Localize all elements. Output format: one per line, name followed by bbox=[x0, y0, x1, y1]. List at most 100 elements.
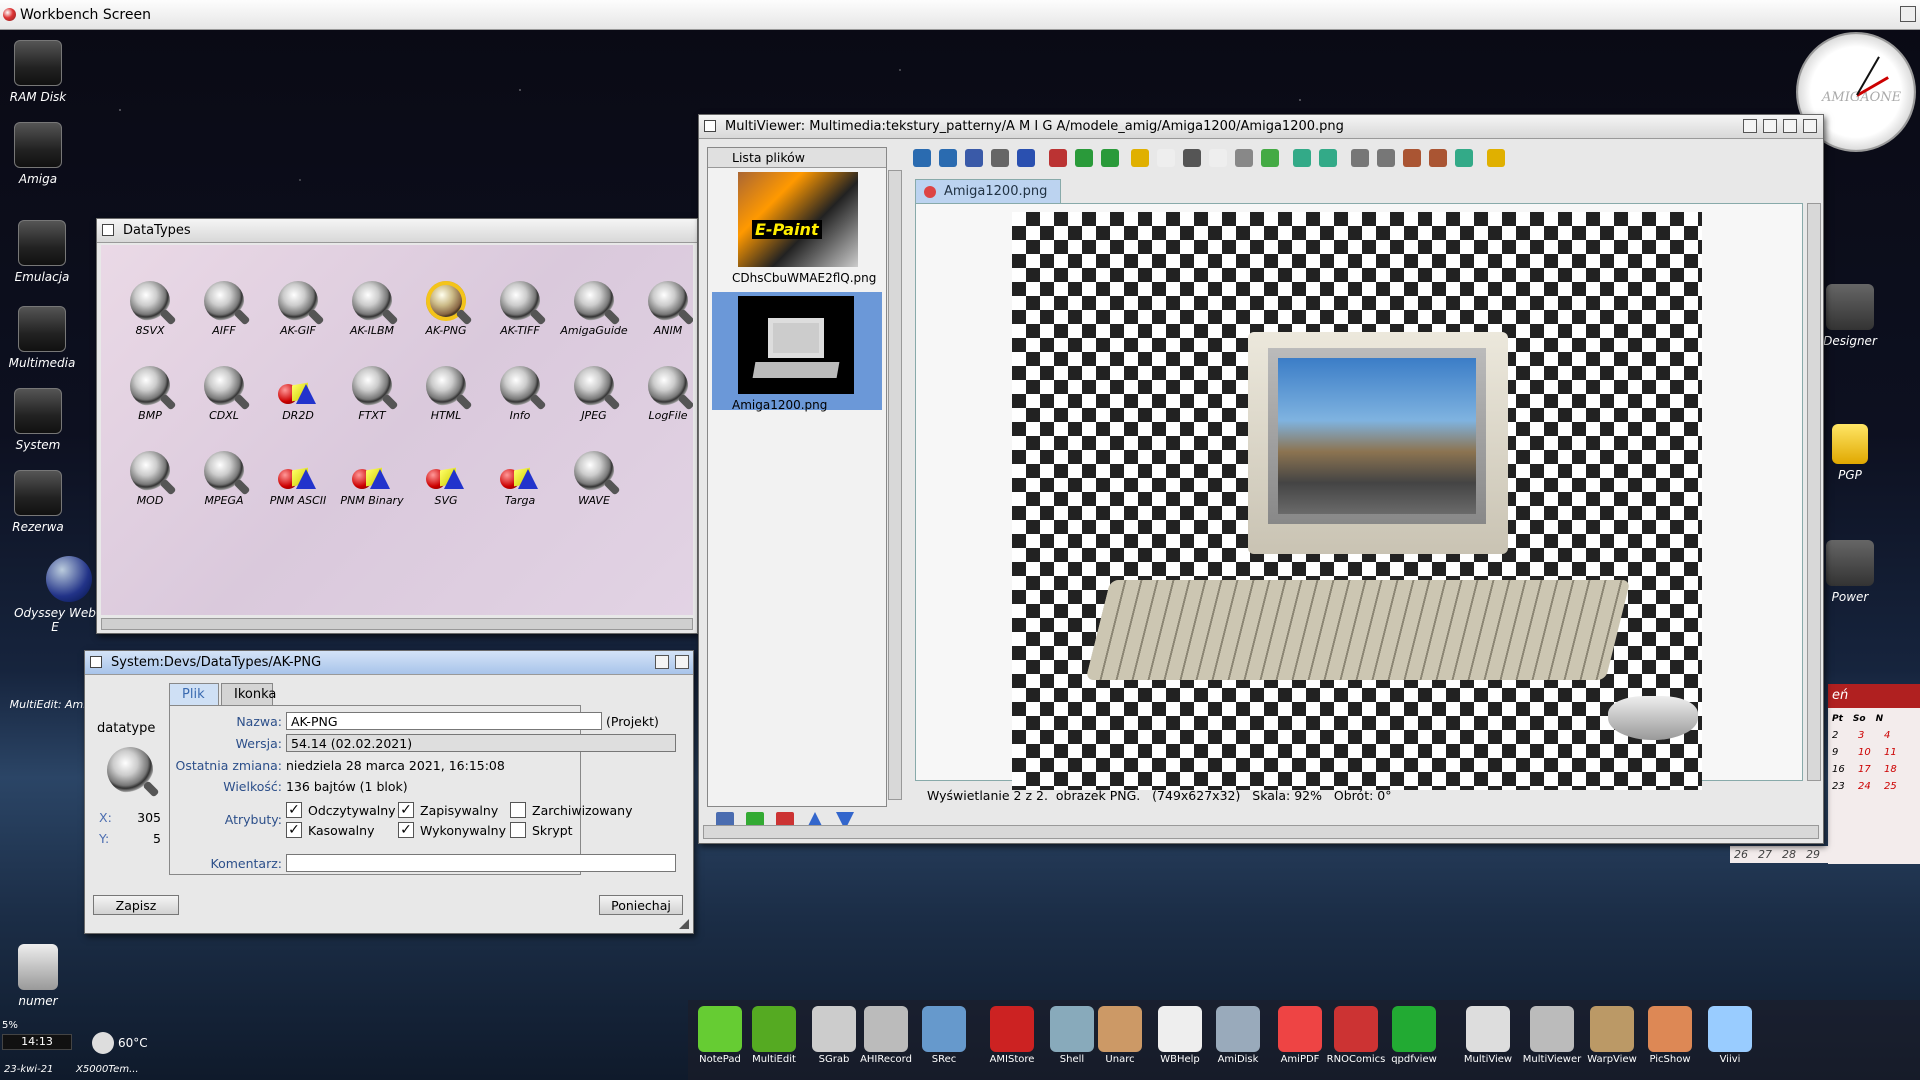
tab-ikonka[interactable]: Ikonka bbox=[221, 683, 276, 705]
datatype-icon-anim[interactable]: ANIM bbox=[631, 281, 693, 337]
dock-item-multiedit[interactable]: MultiEdit bbox=[742, 1000, 806, 1065]
edit-icon[interactable] bbox=[1131, 149, 1149, 167]
zoom-in-icon[interactable] bbox=[1351, 149, 1369, 167]
datatype-icon-aiff[interactable]: AIFF bbox=[187, 281, 261, 337]
info-icon[interactable] bbox=[1017, 149, 1035, 167]
datatype-icon-mpega[interactable]: MPEGA bbox=[187, 451, 261, 507]
tab-plik[interactable]: Plik bbox=[169, 683, 219, 705]
checkbox-kasowalny[interactable]: ✓ bbox=[286, 822, 302, 838]
datatype-icon-info[interactable]: Info bbox=[483, 366, 557, 422]
dock-item-warpview[interactable]: WarpView bbox=[1580, 1000, 1644, 1065]
info-titlebar[interactable]: System:Devs/DataTypes/AK-PNG bbox=[85, 651, 693, 675]
datatype-icon-dr2d[interactable]: DR2D bbox=[261, 366, 335, 422]
actual-size-icon[interactable] bbox=[1429, 149, 1447, 167]
file-thumb-1[interactable]: E-Paint CDhsCbuWMAE2flQ.png bbox=[712, 172, 882, 288]
crown-icon[interactable] bbox=[1487, 149, 1505, 167]
close-gadget[interactable] bbox=[704, 120, 716, 132]
fit-icon[interactable] bbox=[1403, 149, 1421, 167]
depth-gadget[interactable] bbox=[1803, 119, 1817, 133]
dock-item-ahirecord[interactable]: AHIRecord bbox=[854, 1000, 918, 1065]
datatype-icon-wave[interactable]: WAVE bbox=[557, 451, 631, 507]
save-button[interactable]: Zapisz bbox=[93, 895, 179, 915]
amiga-logo-icon[interactable] bbox=[3, 8, 16, 21]
horizontal-scrollbar[interactable] bbox=[101, 618, 693, 630]
datatype-icon-bmp[interactable]: BMP bbox=[113, 366, 187, 422]
print-icon[interactable] bbox=[991, 149, 1009, 167]
dock-item-srec[interactable]: SRec bbox=[912, 1000, 976, 1065]
datatype-icon-mod[interactable]: MOD bbox=[113, 451, 187, 507]
desktop-icon-ram-disk[interactable]: RAM Disk bbox=[0, 40, 76, 104]
datatype-icon-jpeg[interactable]: JPEG bbox=[557, 366, 631, 422]
datatype-icon-ak-ilbm[interactable]: AK-ILBM bbox=[335, 281, 409, 337]
datatype-icon-ak-gif[interactable]: AK-GIF bbox=[261, 281, 335, 337]
datatype-icon-targa[interactable]: Targa bbox=[483, 451, 557, 507]
zoom-out-icon[interactable] bbox=[1377, 149, 1395, 167]
file-list-scrollbar[interactable] bbox=[888, 170, 902, 800]
screenshot-icon[interactable] bbox=[1183, 149, 1201, 167]
screen-depth-gadget[interactable] bbox=[1900, 6, 1916, 22]
zoom-gadget[interactable] bbox=[655, 655, 669, 669]
datatype-icon-amigaguide[interactable]: AmigaGuide bbox=[557, 281, 631, 337]
checkbox-odczytywalny[interactable]: ✓ bbox=[286, 802, 302, 818]
close-tab-icon[interactable] bbox=[924, 186, 936, 198]
dock-item-multiview[interactable]: MultiView bbox=[1456, 1000, 1520, 1065]
annotate-icon[interactable] bbox=[1261, 149, 1279, 167]
checkbox-wykonywalny[interactable]: ✓ bbox=[398, 822, 414, 838]
datatype-icon-ak-png[interactable]: AK-PNG bbox=[409, 281, 483, 337]
desktop-icon-odyssey[interactable]: Odyssey Web E bbox=[10, 556, 100, 634]
zoom-gadget[interactable] bbox=[1783, 119, 1797, 133]
desktop-icon-numer[interactable]: numer bbox=[0, 944, 76, 1008]
datatype-icon-8svx[interactable]: 8SVX bbox=[113, 281, 187, 337]
checkbox-zapisywalny[interactable]: ✓ bbox=[398, 802, 414, 818]
dock-item-unarc[interactable]: Unarc bbox=[1088, 1000, 1152, 1065]
resize-handle[interactable] bbox=[679, 919, 689, 929]
desktop-icon-system[interactable]: System bbox=[0, 388, 76, 452]
datatype-icon-svg[interactable]: SVG bbox=[409, 451, 483, 507]
next-icon[interactable] bbox=[1101, 149, 1119, 167]
desktop-icon-rezerwa[interactable]: Rezerwa bbox=[0, 470, 76, 534]
datatypes-titlebar[interactable]: DataTypes bbox=[97, 219, 697, 243]
depth-gadget[interactable] bbox=[675, 655, 689, 669]
fullscreen-gadget[interactable] bbox=[1763, 119, 1777, 133]
save-icon[interactable] bbox=[965, 149, 983, 167]
desktop-icon-amiga[interactable]: Amiga bbox=[0, 122, 76, 186]
dock-item-viivi[interactable]: Viivi bbox=[1698, 1000, 1762, 1065]
datatype-icon-cdxl[interactable]: CDXL bbox=[187, 366, 261, 422]
dock-item-multiviewer[interactable]: MultiViewer bbox=[1520, 1000, 1584, 1065]
comment-field[interactable] bbox=[286, 854, 676, 872]
dock-item-amipdf[interactable]: AmiPDF bbox=[1268, 1000, 1332, 1065]
desktop-icon-multiedit[interactable]: MultiEdit: Ami bbox=[6, 698, 90, 711]
prev-icon[interactable] bbox=[1075, 149, 1093, 167]
image-vertical-scrollbar[interactable] bbox=[1807, 203, 1821, 781]
name-field[interactable]: AK-PNG bbox=[286, 712, 602, 730]
dock-item-picshow[interactable]: PicShow bbox=[1638, 1000, 1702, 1065]
rotate-right-icon[interactable] bbox=[1319, 149, 1337, 167]
datatype-icon-ftxt[interactable]: FTXT bbox=[335, 366, 409, 422]
close-gadget[interactable] bbox=[90, 656, 102, 668]
rotate-left-icon[interactable] bbox=[1293, 149, 1311, 167]
dock-item-amidisk[interactable]: AmiDisk bbox=[1206, 1000, 1270, 1065]
datatype-icon-pnm-ascii[interactable]: PNM ASCII bbox=[261, 451, 335, 507]
open-icon[interactable] bbox=[913, 149, 931, 167]
checkbox-zarchiwizowany[interactable] bbox=[510, 802, 526, 818]
file-thumb-2[interactable]: Amiga1200.png bbox=[712, 292, 882, 412]
list-icon[interactable] bbox=[1235, 149, 1253, 167]
datatype-icon-html[interactable]: HTML bbox=[409, 366, 483, 422]
datatype-icon-logfile[interactable]: LogFile bbox=[631, 366, 693, 422]
image-tab[interactable]: Amiga1200.png bbox=[915, 179, 1061, 203]
desktop-icon-emulacja[interactable]: Emulacja bbox=[4, 220, 80, 284]
desktop-icon-multimedia[interactable]: Multimedia bbox=[4, 306, 80, 370]
dock-item-qpdfview[interactable]: qpdfview bbox=[1382, 1000, 1446, 1065]
datatype-icon-ak-tiff[interactable]: AK-TIFF bbox=[483, 281, 557, 337]
iconify-gadget[interactable] bbox=[1743, 119, 1757, 133]
cancel-button[interactable]: Poniechaj bbox=[599, 895, 683, 915]
horizontal-scrollbar[interactable] bbox=[703, 825, 1819, 839]
reload-icon[interactable] bbox=[939, 149, 957, 167]
checkbox-skrypt[interactable] bbox=[510, 822, 526, 838]
dock-item-rnocomics[interactable]: RNOComics bbox=[1324, 1000, 1388, 1065]
fullscreen-icon[interactable] bbox=[1455, 149, 1473, 167]
dock-item-amistore[interactable]: AMIStore bbox=[980, 1000, 1044, 1065]
multiviewer-titlebar[interactable]: MultiViewer: Multimedia:tekstury_pattern… bbox=[699, 115, 1823, 139]
dock-item-wbhelp[interactable]: WBHelp bbox=[1148, 1000, 1212, 1065]
new-icon[interactable] bbox=[1157, 149, 1175, 167]
